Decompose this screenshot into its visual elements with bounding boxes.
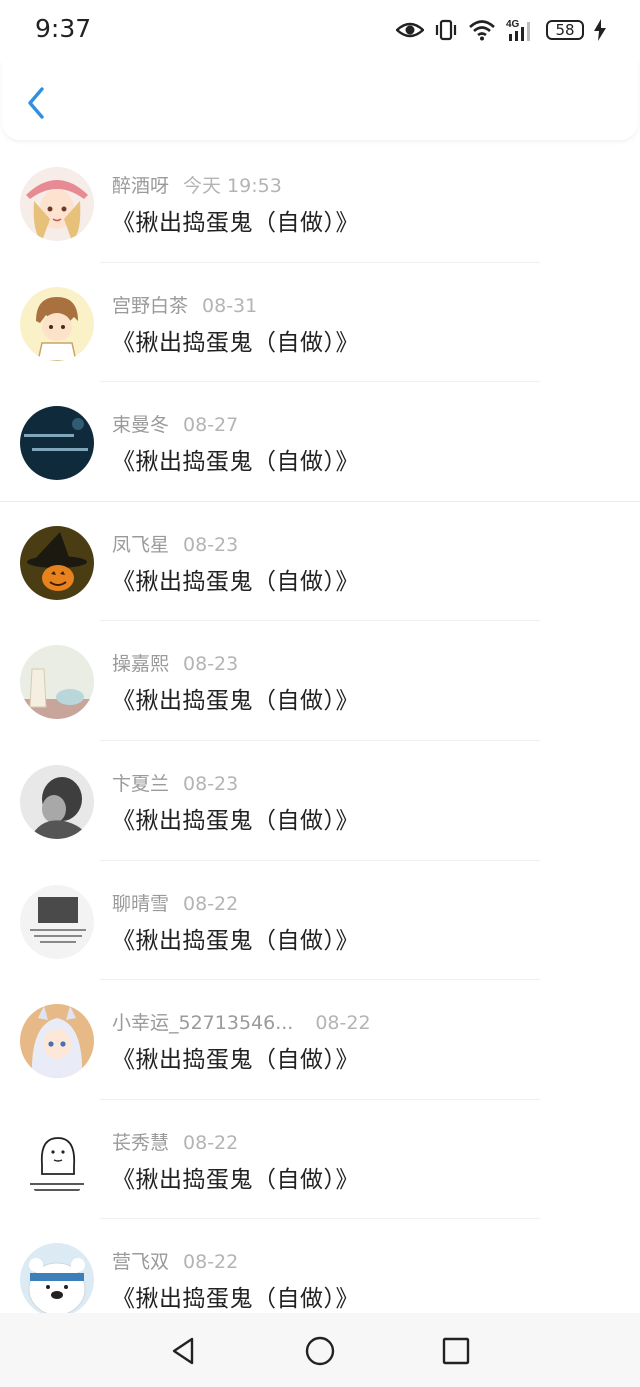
battery-icon: 58	[546, 20, 584, 40]
list-item[interactable]: 聊晴雪 08-22 《揪出捣蛋鬼（自做）》	[0, 861, 640, 981]
avatar[interactable]	[20, 286, 94, 361]
comment-text[interactable]: 《揪出捣蛋鬼（自做）》	[112, 681, 359, 715]
list-item[interactable]: 束曼冬 08-27 《揪出捣蛋鬼（自做）》	[0, 382, 640, 502]
comment-date: 08-31	[202, 294, 258, 317]
comment-author[interactable]: 醉酒呀	[112, 171, 169, 198]
charging-icon	[594, 19, 606, 41]
comment-author[interactable]: 凤飞星	[112, 530, 169, 557]
avatar[interactable]	[20, 406, 94, 481]
comment-date: 08-22	[183, 1131, 239, 1154]
comment-text[interactable]: 《揪出捣蛋鬼（自做）》	[112, 442, 359, 476]
list-item[interactable]: 凤飞星 08-23 《揪出捣蛋鬼（自做）》	[0, 502, 640, 622]
comment-date: 今天 19:53	[183, 175, 282, 197]
comment-date: 08-27	[183, 414, 239, 437]
comment-date: 08-22	[183, 892, 239, 915]
nav-home-button[interactable]	[304, 1335, 336, 1367]
chevron-left-icon	[28, 87, 44, 119]
avatar[interactable]	[20, 1243, 94, 1318]
comment-list: 醉酒呀 今天 19:53 《揪出捣蛋鬼（自做）》 宫野白茶 08-31 《揪出捣蛋鬼…	[0, 143, 640, 1339]
nav-recents-button[interactable]	[440, 1335, 472, 1367]
comment-author[interactable]: 营飞双	[112, 1247, 169, 1274]
network-type-label: 4G	[506, 19, 520, 30]
list-item[interactable]: 苌秀慧 08-22 《揪出捣蛋鬼（自做）》	[0, 1100, 640, 1220]
status-icons: 4G 58	[396, 15, 606, 45]
avatar[interactable]	[20, 764, 94, 839]
comment-date: 08-23	[183, 772, 239, 795]
comment-date: 08-23	[183, 533, 239, 556]
status-time: 9:37	[35, 14, 92, 43]
list-item[interactable]: 卞夏兰 08-23 《揪出捣蛋鬼（自做）》	[0, 741, 640, 861]
recents-square-icon	[442, 1337, 470, 1365]
comment-text[interactable]: 《揪出捣蛋鬼（自做）》	[112, 801, 359, 835]
comment-date: 08-23	[183, 653, 239, 676]
comment-text[interactable]: 《揪出捣蛋鬼（自做）》	[112, 323, 359, 357]
avatar[interactable]	[20, 645, 94, 720]
status-bar: 9:37 4G 58	[0, 0, 640, 60]
comment-author[interactable]: 宫野白茶	[112, 291, 188, 318]
signal-icon: 4G	[506, 18, 536, 42]
comment-author[interactable]: 束曼冬	[112, 410, 169, 437]
comment-author[interactable]: 聊晴雪	[112, 889, 169, 916]
back-button[interactable]	[22, 86, 52, 120]
nav-back-button[interactable]	[168, 1335, 200, 1367]
comment-text[interactable]: 《揪出捣蛋鬼（自做）》	[112, 1279, 359, 1313]
wifi-icon	[468, 19, 496, 41]
avatar[interactable]	[20, 1123, 94, 1198]
list-item[interactable]: 小幸运_52713546... 08-22 《揪出捣蛋鬼（自做）》	[0, 980, 640, 1100]
list-item[interactable]: 宫野白茶 08-31 《揪出捣蛋鬼（自做）》	[0, 263, 640, 383]
back-triangle-icon	[172, 1337, 194, 1365]
avatar[interactable]	[20, 884, 94, 959]
vibrate-icon	[434, 18, 458, 42]
list-item[interactable]: 醉酒呀 今天 19:53 《揪出捣蛋鬼（自做）》	[0, 143, 640, 263]
comment-author[interactable]: 操嘉熙	[112, 649, 169, 676]
comment-text[interactable]: 《揪出捣蛋鬼（自做）》	[112, 921, 359, 955]
comment-text[interactable]: 《揪出捣蛋鬼（自做）》	[112, 203, 359, 237]
comment-date: 08-22	[315, 1012, 371, 1035]
comment-text[interactable]: 《揪出捣蛋鬼（自做）》	[112, 1160, 359, 1194]
battery-level: 58	[555, 21, 575, 39]
home-circle-icon	[305, 1336, 335, 1366]
comment-date: 08-22	[183, 1251, 239, 1274]
comment-text[interactable]: 《揪出捣蛋鬼（自做）》	[112, 562, 359, 596]
comment-author[interactable]: 卞夏兰	[112, 769, 169, 796]
avatar[interactable]	[20, 1004, 94, 1079]
app-header	[2, 60, 638, 140]
avatar[interactable]	[20, 525, 94, 600]
comment-author[interactable]: 小幸运_52713546...	[112, 1008, 293, 1035]
system-nav-bar	[0, 1313, 640, 1387]
comment-author[interactable]: 苌秀慧	[112, 1128, 169, 1155]
avatar[interactable]	[20, 167, 94, 241]
comment-text[interactable]: 《揪出捣蛋鬼（自做）》	[112, 1040, 359, 1074]
eye-icon	[396, 20, 424, 40]
list-item[interactable]: 操嘉熙 08-23 《揪出捣蛋鬼（自做）》	[0, 621, 640, 741]
